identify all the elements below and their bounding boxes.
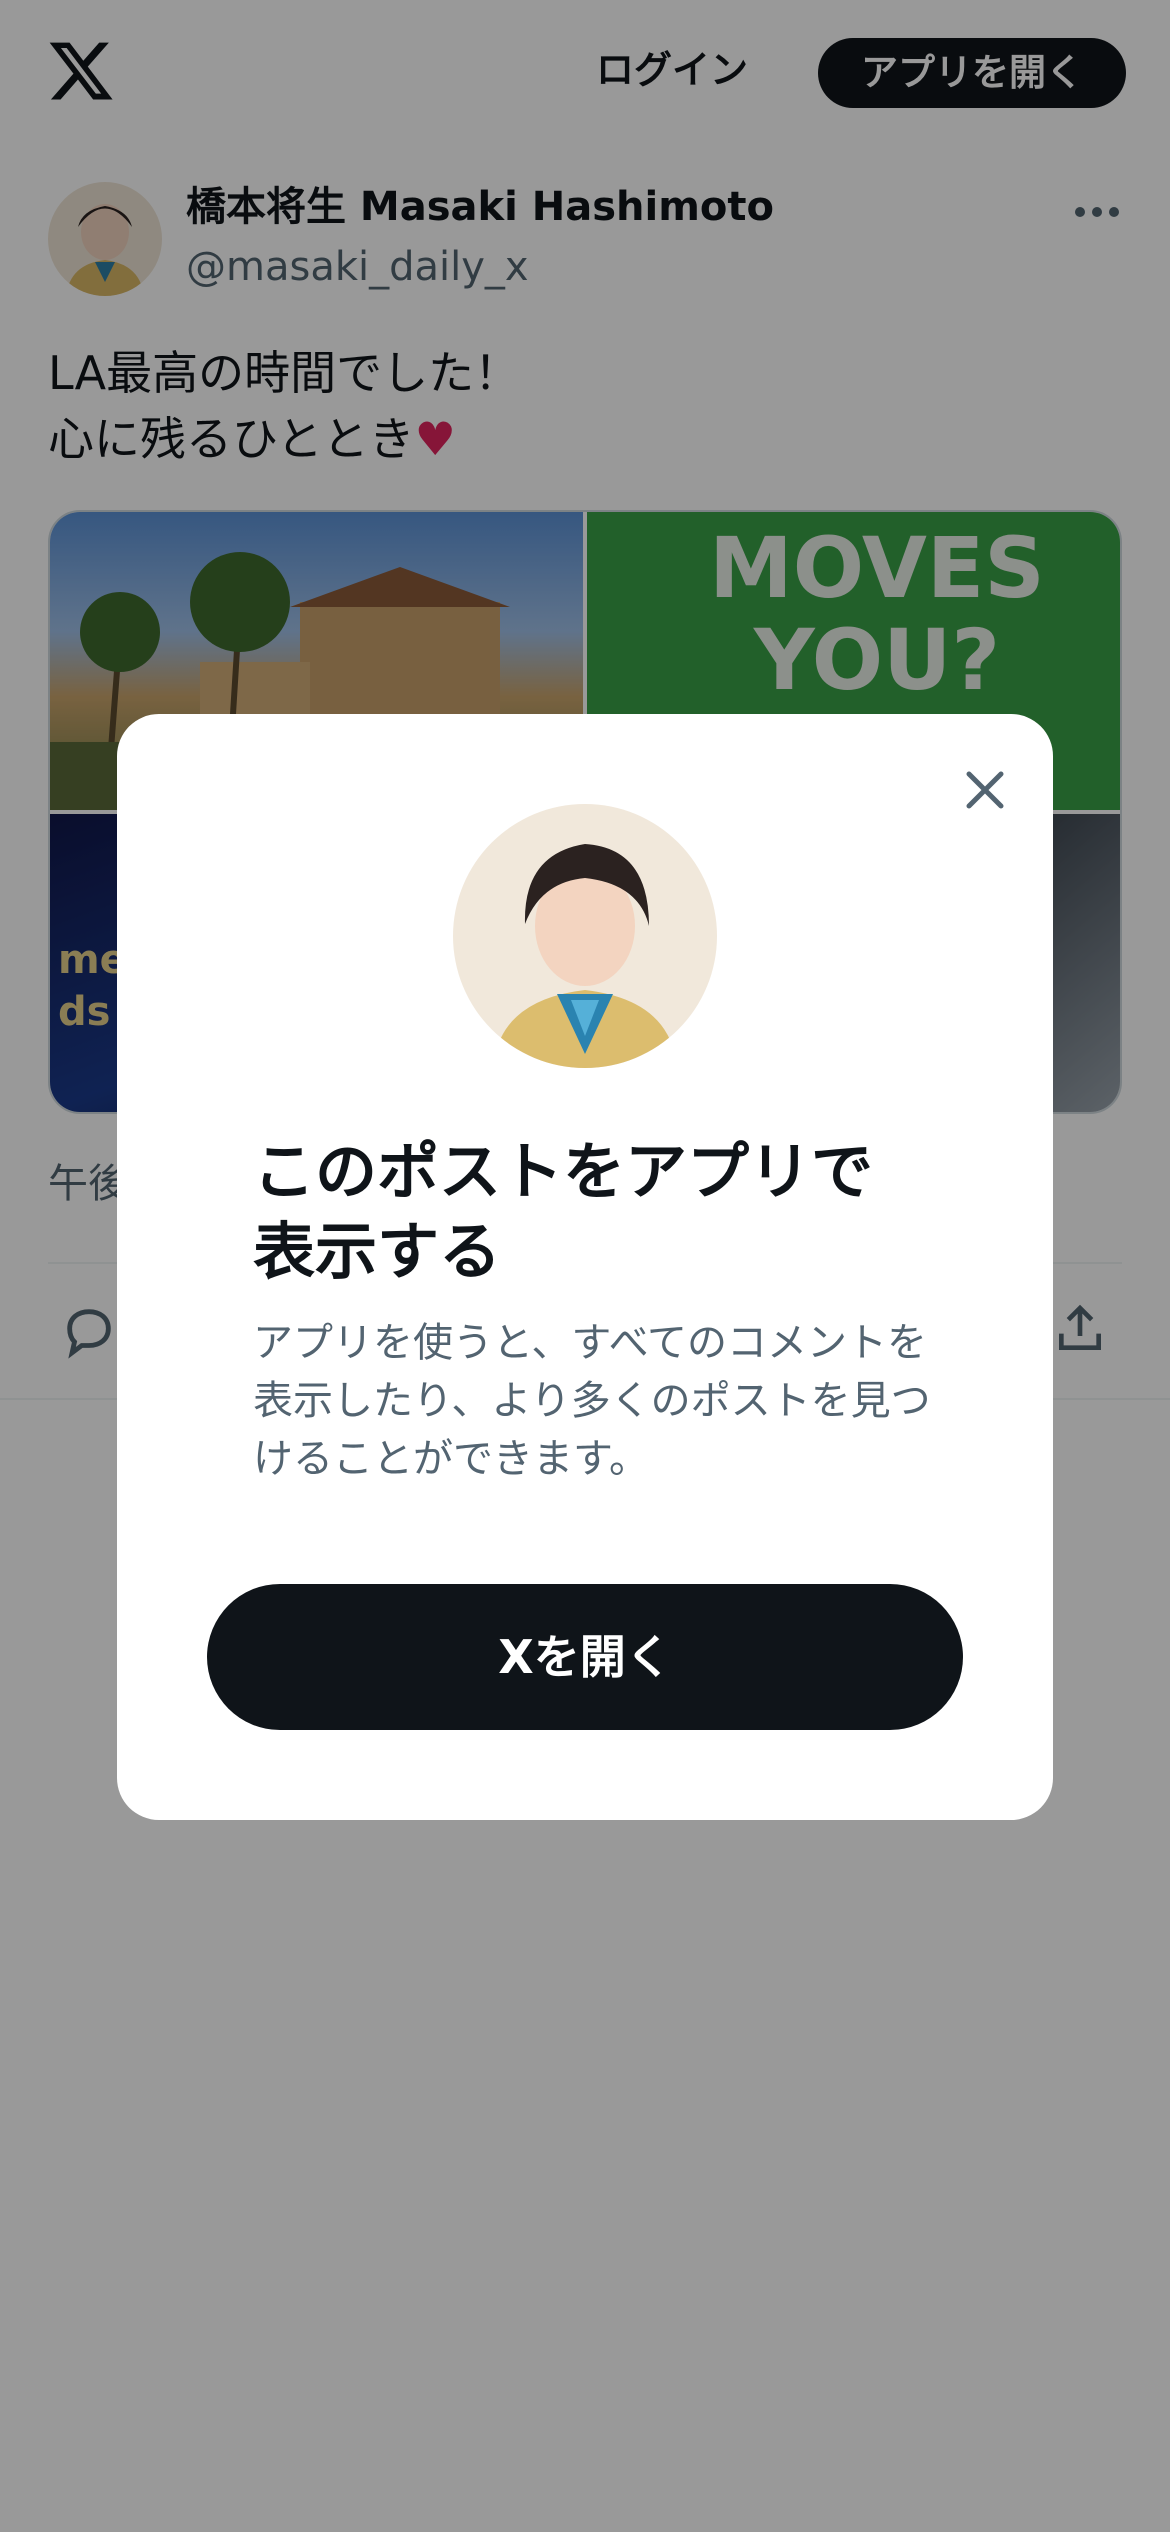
post-page: ログイン アプリを開く 橋本将生 Masaki Hashimoto @masak…	[0, 0, 1170, 2532]
open-x-button[interactable]: Xを開く	[207, 1584, 963, 1730]
close-icon[interactable]	[957, 762, 1013, 818]
modal-avatar	[453, 804, 717, 1068]
modal-title: このポストをアプリで表示する	[253, 1135, 874, 1288]
modal-description: アプリを使うと、すべてのコメントを表示したり、より多くのポストを見つけることがで…	[253, 1320, 931, 1482]
open-in-app-modal: このポストをアプリで表示する アプリを使うと、すべてのコメントを表示したり、より…	[117, 714, 1053, 1820]
